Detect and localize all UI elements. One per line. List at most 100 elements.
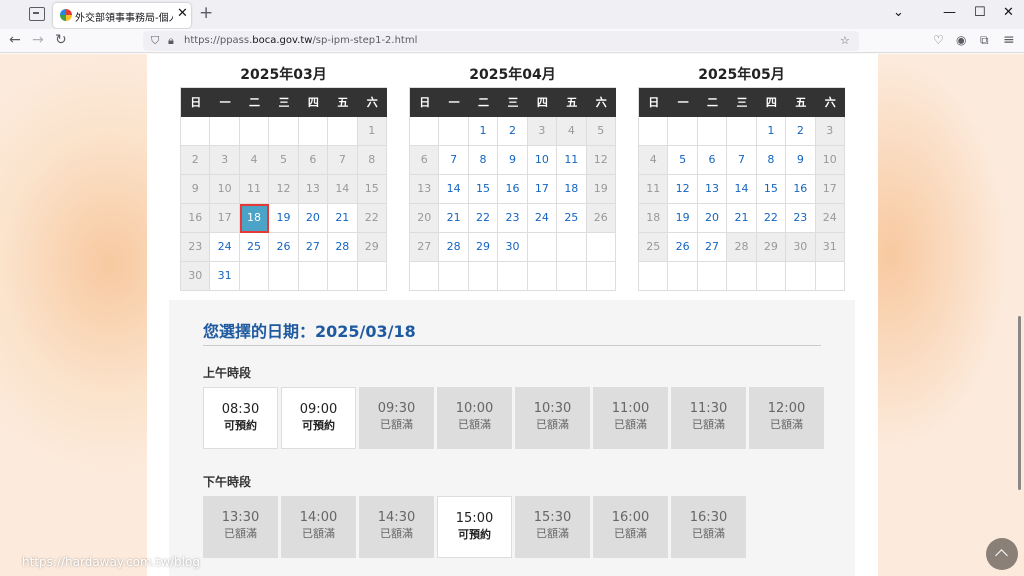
calendar-day[interactable]: 20 — [697, 204, 728, 233]
back-arrow-icon[interactable]: ← — [9, 32, 21, 48]
calendar-day[interactable]: 22 — [756, 204, 787, 233]
calendar-day[interactable]: 1 — [756, 117, 787, 146]
browser-tab[interactable]: 外交部領事事務局-個人申辦護 ✕ — [53, 3, 191, 28]
calendar-day[interactable]: 20 — [298, 204, 329, 233]
calendar-day[interactable]: 15 — [468, 175, 499, 204]
calendar-day: 3 — [527, 117, 558, 146]
forward-arrow-icon[interactable]: → — [32, 32, 44, 48]
calendar-day[interactable]: 27 — [697, 233, 728, 262]
tab-close-icon[interactable]: ✕ — [177, 7, 188, 21]
calendar-day[interactable]: 17 — [527, 175, 558, 204]
calendar-day[interactable]: 16 — [498, 175, 528, 204]
calendar-day[interactable]: 18 — [557, 175, 587, 204]
weekday-label: 三 — [736, 96, 748, 109]
calendar-day[interactable]: 23 — [786, 204, 816, 233]
calendar-day-selected[interactable]: 18 — [239, 204, 270, 233]
calendar-empty-cell — [181, 117, 211, 146]
reload-icon[interactable]: ↻ — [55, 32, 67, 48]
calendar-day[interactable]: 16 — [786, 175, 816, 204]
calendar-day[interactable]: 21 — [328, 204, 358, 233]
calendar-empty-cell — [557, 262, 587, 291]
weekday-label: 日 — [190, 96, 202, 109]
calendar-day[interactable]: 30 — [498, 233, 528, 262]
calendar-empty-cell — [586, 233, 616, 262]
account-icon[interactable]: ◉ — [956, 32, 966, 48]
calendar-day[interactable]: 26 — [668, 233, 698, 262]
calendar-day[interactable]: 27 — [298, 233, 329, 262]
tab-overflow-chevron-icon[interactable]: ⌄ — [893, 6, 904, 20]
calendar-week-row — [410, 262, 616, 291]
calendar-day: 30 — [786, 233, 816, 262]
calendar-day[interactable]: 24 — [527, 204, 558, 233]
time-slot-available[interactable]: 09:00 可預約 — [281, 387, 356, 449]
tab-list-icon[interactable] — [29, 7, 45, 21]
bookmark-star-icon[interactable]: ☆ — [840, 33, 850, 49]
calendar-day[interactable]: 19 — [269, 204, 299, 233]
weekday-label: 日 — [419, 96, 431, 109]
calendar-day[interactable]: 29 — [468, 233, 499, 262]
window-close-icon[interactable]: ✕ — [1003, 6, 1014, 20]
slot-status: 已額滿 — [536, 418, 569, 431]
calendar-day[interactable]: 2 — [498, 117, 528, 146]
lock-icon[interactable]: 🔒︎ — [168, 33, 174, 49]
calendar-day[interactable]: 14 — [727, 175, 757, 204]
calendar-day: 4 — [557, 117, 587, 146]
pocket-icon[interactable]: ♡ — [933, 32, 944, 48]
calendar-day: 29 — [357, 233, 387, 262]
calendar-day[interactable]: 25 — [557, 204, 587, 233]
slot-time: 16:00 — [611, 510, 650, 525]
extensions-icon[interactable]: ⧉ — [980, 32, 989, 48]
shield-icon[interactable]: ⛉ — [151, 33, 159, 49]
back-to-top-button[interactable] — [986, 538, 1018, 570]
slot-time: 15:00 — [455, 511, 494, 526]
calendar-day[interactable]: 21 — [727, 204, 757, 233]
calendar-day[interactable]: 28 — [328, 233, 358, 262]
time-slot-available[interactable]: 15:00 可預約 — [437, 496, 512, 558]
calendar-day: 6 — [410, 146, 440, 175]
calendar-day[interactable]: 25 — [239, 233, 270, 262]
time-slot-panel: 您選擇的日期：2025/03/18 上午時段 08:30 可預約 09:00 可預約 0… — [169, 300, 855, 576]
new-tab-icon[interactable]: + — [199, 4, 213, 22]
calendar-day[interactable]: 31 — [210, 262, 240, 291]
calendar-day[interactable]: 28 — [439, 233, 469, 262]
calendar-day[interactable]: 19 — [668, 204, 698, 233]
calendar-day[interactable]: 7 — [439, 146, 469, 175]
calendar-day[interactable]: 22 — [468, 204, 499, 233]
time-slot-available[interactable]: 08:30 可預約 — [203, 387, 278, 449]
calendar-day[interactable]: 8 — [756, 146, 787, 175]
calendar-day[interactable]: 14 — [439, 175, 469, 204]
calendar-day[interactable]: 13 — [697, 175, 728, 204]
calendar-day[interactable]: 10 — [527, 146, 558, 175]
menu-icon[interactable]: ≡ — [1003, 32, 1015, 48]
calendar-day: 11 — [639, 175, 669, 204]
calendar-day[interactable]: 8 — [468, 146, 499, 175]
calendar-day[interactable]: 24 — [210, 233, 240, 262]
calendar-title: 2025年04月 — [469, 67, 556, 83]
calendar-day[interactable]: 11 — [557, 146, 587, 175]
address-bar[interactable]: ⛉ 🔒︎ https://ppass.boca.gov.tw/sp-ipm-st… — [143, 31, 859, 51]
calendar-day[interactable]: 1 — [468, 117, 499, 146]
calendar-week-row: 9 10 11 12 13 14 15 — [181, 175, 387, 204]
calendar-day: 10 — [210, 175, 240, 204]
calendar-day[interactable]: 9 — [786, 146, 816, 175]
time-slot-full: 13:30 已額滿 — [203, 496, 278, 558]
calendar-day[interactable]: 5 — [668, 146, 698, 175]
maximize-icon[interactable]: ☐ — [974, 6, 986, 20]
url-text[interactable]: https://ppass.boca.gov.tw/sp-ipm-step1-2… — [184, 35, 417, 46]
calendar-day[interactable]: 7 — [727, 146, 757, 175]
calendar-day[interactable]: 6 — [697, 146, 728, 175]
scrollbar-thumb[interactable] — [1018, 316, 1021, 490]
calendar-day[interactable]: 21 — [439, 204, 469, 233]
calendar-day[interactable]: 23 — [498, 204, 528, 233]
minimize-icon[interactable]: — — [943, 6, 956, 20]
calendar-day[interactable]: 26 — [269, 233, 299, 262]
slot-status: 已額滿 — [614, 527, 647, 540]
calendar-day: 26 — [586, 204, 616, 233]
slot-status: 已額滿 — [692, 418, 725, 431]
calendar-day: 24 — [815, 204, 845, 233]
calendar-day[interactable]: 15 — [756, 175, 787, 204]
calendar-day[interactable]: 9 — [498, 146, 528, 175]
calendar-day[interactable]: 12 — [668, 175, 698, 204]
calendar-day[interactable]: 2 — [786, 117, 816, 146]
calendar-empty-cell — [786, 262, 816, 291]
